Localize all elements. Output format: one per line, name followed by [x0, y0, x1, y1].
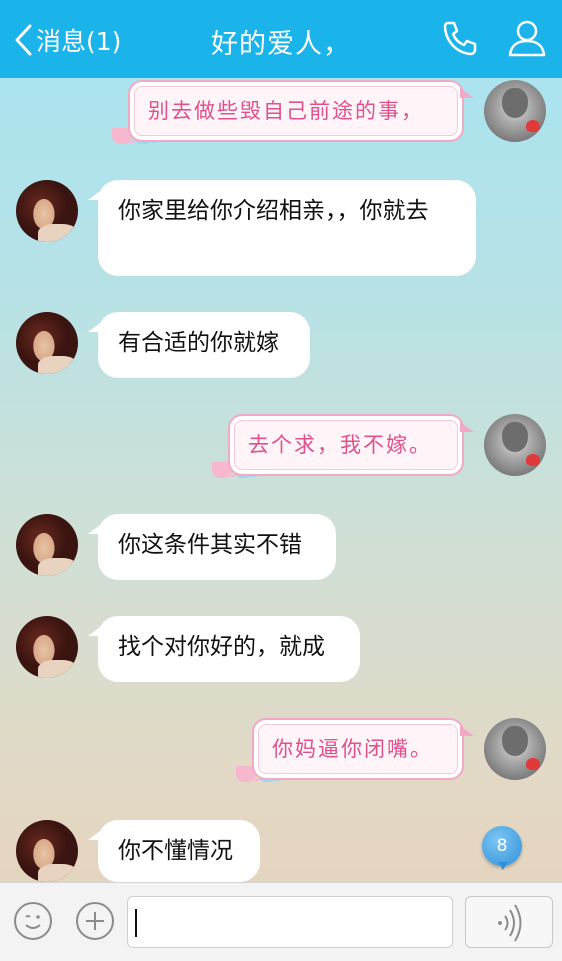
message-bubble-incoming: 你不懂情况 [88, 820, 260, 882]
message-bubble-incoming: 你这条件其实不错 [88, 514, 336, 580]
self-avatar[interactable] [484, 80, 546, 142]
message-bubble-outgoing: 别去做些毁自己前途的事， [128, 80, 474, 142]
phone-icon [440, 21, 480, 62]
person-icon [506, 20, 548, 62]
phone-call-button[interactable] [440, 18, 480, 58]
text-caret [135, 909, 137, 937]
message-bubble-incoming: 你家里给你介绍相亲，，你就去 [88, 180, 476, 276]
message-bubble-incoming: 有合适的你就嫁 [88, 312, 310, 378]
chat-header: 消息(1) 好的爱人， [0, 0, 562, 78]
more-options-button[interactable] [76, 902, 114, 940]
contact-avatar[interactable] [16, 312, 78, 374]
contact-avatar[interactable] [16, 820, 78, 882]
contact-avatar[interactable] [16, 514, 78, 576]
self-avatar[interactable] [484, 718, 546, 780]
contact-avatar[interactable] [16, 180, 78, 242]
emoji-button[interactable] [14, 902, 52, 940]
voice-input-button[interactable] [465, 896, 553, 948]
message-bubble-outgoing: 去个求，我不嫁。 [228, 414, 474, 476]
contact-info-button[interactable] [506, 18, 548, 58]
message-bubble-incoming: 找个对你好的，就成 [88, 616, 360, 682]
contact-avatar[interactable] [16, 616, 78, 678]
message-input[interactable] [127, 896, 453, 948]
message-bubble-outgoing: 你妈逼你闭嘴。 [252, 718, 474, 780]
unread-count-badge[interactable]: 8 [482, 826, 522, 870]
self-avatar[interactable] [484, 414, 546, 476]
message-input-bar [0, 882, 562, 961]
